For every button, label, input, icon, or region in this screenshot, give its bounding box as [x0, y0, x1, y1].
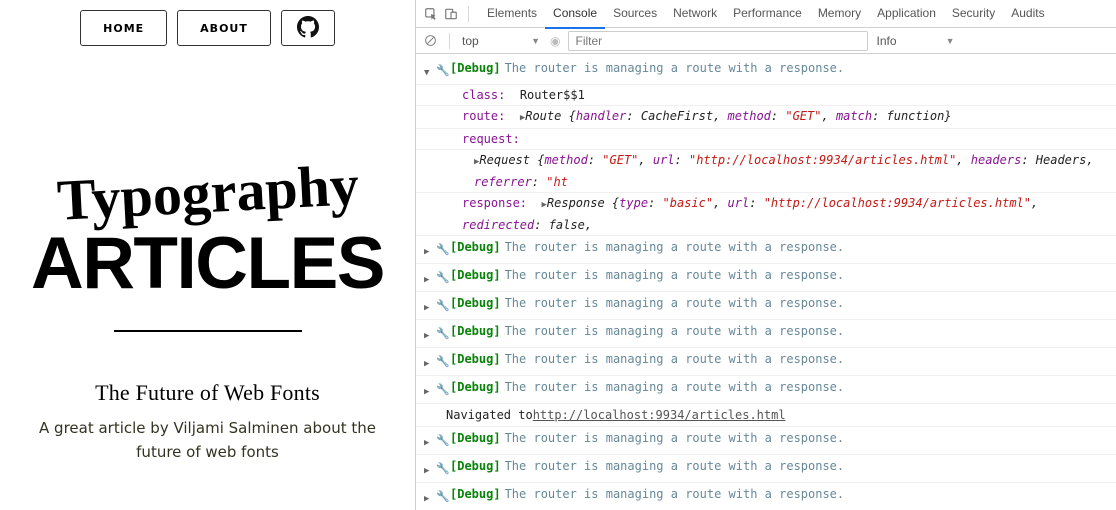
key-icon: 🔧 — [436, 236, 450, 261]
separator — [449, 33, 450, 49]
level-selector[interactable]: Info ▼ — [876, 31, 956, 51]
key-icon: 🔧 — [436, 320, 450, 345]
key-icon: 🔧 — [436, 348, 450, 373]
disclosure-triangle-icon[interactable]: ▶ — [424, 427, 436, 454]
key-icon: 🔧 — [436, 57, 450, 82]
devtools-tab-sources[interactable]: Sources — [605, 0, 665, 28]
level-label: Info — [876, 34, 896, 48]
nav-prefix: Navigated to — [446, 404, 533, 426]
disclosure-triangle-icon[interactable]: ▶ — [424, 455, 436, 482]
article-title[interactable]: The Future of Web Fonts — [20, 380, 395, 406]
device-toggle-icon[interactable] — [444, 7, 458, 21]
log-message: The router is managing a route with a re… — [505, 352, 845, 366]
key-icon: 🔧 — [436, 292, 450, 317]
article-subtitle: A great article by Viljami Salminen abou… — [20, 416, 395, 464]
devtools-tab-application[interactable]: Application — [869, 0, 944, 28]
context-label: top — [462, 34, 479, 48]
log-tag: [Debug] — [450, 240, 505, 254]
console-row[interactable]: ▶🔧[Debug]The router is managing a route … — [416, 483, 1116, 510]
log-tag: [Debug] — [450, 431, 505, 445]
devtools-tab-console[interactable]: Console — [545, 0, 605, 29]
nav-link[interactable]: http://localhost:9934/articles.html — [533, 404, 786, 426]
log-detail-request: request: — [416, 129, 1116, 150]
key-icon: 🔧 — [436, 483, 450, 508]
log-tag: [Debug] — [450, 268, 505, 282]
devtools-tab-audits[interactable]: Audits — [1003, 0, 1052, 28]
console-row[interactable]: ▶🔧[Debug]The router is managing a route … — [416, 264, 1116, 292]
log-tag: [Debug] — [450, 296, 505, 310]
site-nav: HOME ABOUT — [20, 10, 395, 46]
key-icon: 🔧 — [436, 455, 450, 480]
devtools-tab-network[interactable]: Network — [665, 0, 725, 28]
log-message: The router is managing a route with a re… — [505, 268, 845, 282]
heading-script: Typography — [55, 156, 360, 230]
nav-home-button[interactable]: HOME — [80, 10, 167, 46]
log-message: The router is managing a route with a re… — [505, 324, 845, 338]
tabs-host: ElementsConsoleSourcesNetworkPerformance… — [479, 0, 1053, 28]
devtools-tabbar: ElementsConsoleSourcesNetworkPerformance… — [416, 0, 1116, 28]
console-navigation-row: Navigated to http://localhost:9934/artic… — [416, 404, 1116, 427]
disclosure-triangle-icon[interactable]: ▶ — [424, 483, 436, 510]
key-icon: 🔧 — [436, 264, 450, 289]
devtools-tab-memory[interactable]: Memory — [810, 0, 869, 28]
log-message: The router is managing a route with a re… — [505, 487, 845, 501]
nav-about-button[interactable]: ABOUT — [177, 10, 271, 46]
console-row[interactable]: ▶🔧[Debug]The router is managing a route … — [416, 455, 1116, 483]
devtools-tab-security[interactable]: Security — [944, 0, 1003, 28]
console-row[interactable]: ▶🔧[Debug]The router is managing a route … — [416, 292, 1116, 320]
key-icon: 🔧 — [436, 427, 450, 452]
github-icon — [297, 16, 319, 41]
clear-console-icon[interactable] — [424, 34, 437, 47]
eye-icon[interactable]: ◉ — [550, 34, 560, 48]
separator — [468, 6, 469, 22]
console-toolbar: top ▼ ◉ Info ▼ — [416, 28, 1116, 54]
disclosure-triangle-icon[interactable]: ▼ — [424, 57, 436, 84]
heading-main: ARTICLES — [20, 227, 395, 300]
log-message: The router is managing a route with a re… — [505, 380, 845, 394]
console-row[interactable]: ▶🔧[Debug]The router is managing a route … — [416, 320, 1116, 348]
log-message: The router is managing a route with a re… — [505, 296, 845, 310]
log-detail-response: response: ▶Response {type: "basic", url:… — [416, 193, 1116, 236]
console-row[interactable]: ▶🔧[Debug]The router is managing a route … — [416, 348, 1116, 376]
console-row[interactable]: ▼ 🔧 [Debug]The router is managing a rout… — [416, 57, 1116, 85]
log-tag: [Debug] — [450, 380, 505, 394]
console-row[interactable]: ▶🔧[Debug]The router is managing a route … — [416, 236, 1116, 264]
nav-github-button[interactable] — [281, 10, 335, 46]
inspect-icon[interactable] — [424, 7, 438, 21]
console-row[interactable]: ▶🔧[Debug]The router is managing a route … — [416, 376, 1116, 404]
log-message: The router is managing a route with a re… — [505, 240, 845, 254]
log-tag: [Debug] — [450, 487, 505, 501]
disclosure-triangle-icon[interactable]: ▶ — [424, 376, 436, 403]
log-detail-class: class: Router$$1 — [416, 85, 1116, 106]
console-output: ▼ 🔧 [Debug]The router is managing a rout… — [416, 54, 1116, 510]
website-pane: HOME ABOUT Typography ARTICLES The Futur… — [0, 0, 415, 510]
log-message: The router is managing a route with a re… — [505, 431, 845, 445]
devtools-pane: ElementsConsoleSourcesNetworkPerformance… — [415, 0, 1116, 510]
devtools-tab-performance[interactable]: Performance — [725, 0, 810, 28]
disclosure-triangle-icon[interactable]: ▶ — [424, 236, 436, 263]
disclosure-triangle-icon[interactable]: ▶ — [424, 320, 436, 347]
disclosure-triangle-icon[interactable]: ▶ — [424, 348, 436, 375]
log-message: The router is managing a route with a re… — [505, 459, 845, 473]
key-icon: 🔧 — [436, 376, 450, 401]
dropdown-icon: ▼ — [529, 36, 542, 46]
divider — [114, 330, 302, 332]
context-selector[interactable]: top ▼ — [462, 31, 542, 51]
log-detail-route: route: ▶Route {handler: CacheFirst, meth… — [416, 106, 1116, 129]
disclosure-triangle-icon[interactable]: ▶ — [424, 292, 436, 319]
log-tag: [Debug] — [450, 352, 505, 366]
console-row[interactable]: ▶🔧[Debug]The router is managing a route … — [416, 427, 1116, 455]
log-tag: [Debug] — [450, 61, 505, 75]
console-filter-input[interactable] — [568, 31, 868, 51]
dropdown-icon: ▼ — [944, 36, 957, 46]
log-detail-request-body: ▶Request {method: "GET", url: "http://lo… — [416, 150, 1116, 193]
log-message: The router is managing a route with a re… — [505, 61, 845, 75]
disclosure-triangle-icon[interactable]: ▶ — [424, 264, 436, 291]
log-tag: [Debug] — [450, 459, 505, 473]
devtools-tab-elements[interactable]: Elements — [479, 0, 545, 28]
log-tag: [Debug] — [450, 324, 505, 338]
